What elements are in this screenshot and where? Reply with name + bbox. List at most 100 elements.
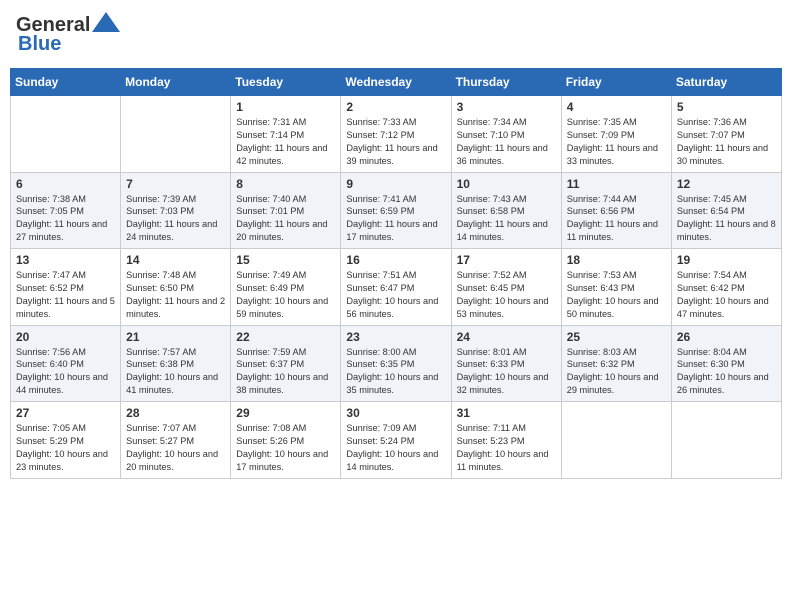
day-number: 6 <box>16 177 115 191</box>
day-info: Sunrise: 7:57 AMSunset: 6:38 PMDaylight:… <box>126 346 225 398</box>
day-number: 11 <box>567 177 666 191</box>
day-number: 24 <box>457 330 556 344</box>
day-info: Sunrise: 7:56 AMSunset: 6:40 PMDaylight:… <box>16 346 115 398</box>
day-number: 13 <box>16 253 115 267</box>
calendar-cell: 15Sunrise: 7:49 AMSunset: 6:49 PMDayligh… <box>231 249 341 326</box>
day-info: Sunrise: 7:43 AMSunset: 6:58 PMDaylight:… <box>457 193 556 245</box>
column-header-saturday: Saturday <box>671 69 781 96</box>
day-info: Sunrise: 7:07 AMSunset: 5:27 PMDaylight:… <box>126 422 225 474</box>
calendar-cell: 9Sunrise: 7:41 AMSunset: 6:59 PMDaylight… <box>341 172 451 249</box>
day-number: 4 <box>567 100 666 114</box>
day-number: 22 <box>236 330 335 344</box>
calendar-cell: 17 Sunrise: 7:52 AMSunset: 6:45 PMDayligh… <box>451 249 561 326</box>
day-number: 29 <box>236 406 335 420</box>
day-number: 3 <box>457 100 556 114</box>
calendar-cell: 28 Sunrise: 7:07 AMSunset: 5:27 PMDayligh… <box>121 402 231 479</box>
calendar-cell: 22 Sunrise: 7:59 AMSunset: 6:37 PMDayligh… <box>231 325 341 402</box>
day-info: Sunrise: 7:11 AMSunset: 5:23 PMDaylight:… <box>457 422 556 474</box>
day-info: Sunrise: 7:52 AMSunset: 6:45 PMDaylight:… <box>457 269 556 321</box>
page-header: General Blue <box>10 10 782 60</box>
calendar-cell: 29 Sunrise: 7:08 AMSunset: 5:26 PMDayligh… <box>231 402 341 479</box>
day-info: Sunrise: 7:59 AMSunset: 6:37 PMDaylight:… <box>236 346 335 398</box>
calendar-cell: 30 Sunrise: 7:09 AMSunset: 5:24 PMDayligh… <box>341 402 451 479</box>
calendar-cell: 20 Sunrise: 7:56 AMSunset: 6:40 PMDayligh… <box>11 325 121 402</box>
day-info: Sunrise: 8:03 AMSunset: 6:32 PMDaylight:… <box>567 346 666 398</box>
calendar-cell: 12 Sunrise: 7:45 AMSunset: 6:54 PMDayligh… <box>671 172 781 249</box>
calendar-cell: 11 Sunrise: 7:44 AMSunset: 6:56 PMDayligh… <box>561 172 671 249</box>
day-info: Sunrise: 7:34 AMSunset: 7:10 PMDaylight:… <box>457 116 556 168</box>
day-info: Sunrise: 7:35 AMSunset: 7:09 PMDaylight:… <box>567 116 666 168</box>
day-info: Sunrise: 7:41 AMSunset: 6:59 PMDaylight:… <box>346 193 445 245</box>
calendar-week-row: 27 Sunrise: 7:05 AMSunset: 5:29 PMDayligh… <box>11 402 782 479</box>
day-number: 7 <box>126 177 225 191</box>
day-number: 25 <box>567 330 666 344</box>
day-number: 31 <box>457 406 556 420</box>
day-number: 17 <box>457 253 556 267</box>
calendar-cell: 27 Sunrise: 7:05 AMSunset: 5:29 PMDayligh… <box>11 402 121 479</box>
calendar-table: SundayMondayTuesdayWednesdayThursdayFrid… <box>10 68 782 479</box>
day-info: Sunrise: 7:05 AMSunset: 5:29 PMDaylight:… <box>16 422 115 474</box>
day-info: Sunrise: 8:00 AMSunset: 6:35 PMDaylight:… <box>346 346 445 398</box>
calendar-cell: 10 Sunrise: 7:43 AMSunset: 6:58 PMDayligh… <box>451 172 561 249</box>
day-number: 30 <box>346 406 445 420</box>
calendar-cell: 21 Sunrise: 7:57 AMSunset: 6:38 PMDayligh… <box>121 325 231 402</box>
day-number: 12 <box>677 177 776 191</box>
day-info: Sunrise: 7:08 AMSunset: 5:26 PMDaylight:… <box>236 422 335 474</box>
calendar-cell <box>121 96 231 173</box>
day-info: Sunrise: 7:49 AMSunset: 6:49 PMDaylight:… <box>236 269 335 321</box>
day-number: 18 <box>567 253 666 267</box>
column-header-sunday: Sunday <box>11 69 121 96</box>
column-header-wednesday: Wednesday <box>341 69 451 96</box>
day-info: Sunrise: 7:51 AMSunset: 6:47 PMDaylight:… <box>346 269 445 321</box>
calendar-cell: 31 Sunrise: 7:11 AMSunset: 5:23 PMDayligh… <box>451 402 561 479</box>
calendar-cell: 16Sunrise: 7:51 AMSunset: 6:47 PMDayligh… <box>341 249 451 326</box>
column-header-friday: Friday <box>561 69 671 96</box>
day-info: Sunrise: 7:31 AMSunset: 7:14 PMDaylight:… <box>236 116 335 168</box>
day-number: 20 <box>16 330 115 344</box>
calendar-cell: 5 Sunrise: 7:36 AMSunset: 7:07 PMDaylight… <box>671 96 781 173</box>
calendar-cell: 23 Sunrise: 8:00 AMSunset: 6:35 PMDayligh… <box>341 325 451 402</box>
calendar-cell: 13 Sunrise: 7:47 AMSunset: 6:52 PMDayligh… <box>11 249 121 326</box>
column-header-monday: Monday <box>121 69 231 96</box>
day-number: 27 <box>16 406 115 420</box>
calendar-cell: 25 Sunrise: 8:03 AMSunset: 6:32 PMDayligh… <box>561 325 671 402</box>
day-info: Sunrise: 7:09 AMSunset: 5:24 PMDaylight:… <box>346 422 445 474</box>
logo-blue: Blue <box>16 33 61 56</box>
day-number: 26 <box>677 330 776 344</box>
column-header-thursday: Thursday <box>451 69 561 96</box>
day-number: 10 <box>457 177 556 191</box>
day-number: 23 <box>346 330 445 344</box>
calendar-header-row: SundayMondayTuesdayWednesdayThursdayFrid… <box>11 69 782 96</box>
day-info: Sunrise: 7:47 AMSunset: 6:52 PMDaylight:… <box>16 269 115 321</box>
day-info: Sunrise: 7:54 AMSunset: 6:42 PMDaylight:… <box>677 269 776 321</box>
day-info: Sunrise: 8:04 AMSunset: 6:30 PMDaylight:… <box>677 346 776 398</box>
day-info: Sunrise: 7:53 AMSunset: 6:43 PMDaylight:… <box>567 269 666 321</box>
calendar-cell <box>11 96 121 173</box>
calendar-week-row: 6Sunrise: 7:38 AMSunset: 7:05 PMDaylight… <box>11 172 782 249</box>
column-header-tuesday: Tuesday <box>231 69 341 96</box>
calendar-cell: 3 Sunrise: 7:34 AMSunset: 7:10 PMDaylight… <box>451 96 561 173</box>
logo: General Blue <box>16 14 120 56</box>
day-info: Sunrise: 7:39 AMSunset: 7:03 PMDaylight:… <box>126 193 225 245</box>
calendar-cell: 26 Sunrise: 8:04 AMSunset: 6:30 PMDayligh… <box>671 325 781 402</box>
calendar-cell: 6Sunrise: 7:38 AMSunset: 7:05 PMDaylight… <box>11 172 121 249</box>
calendar-cell: 8Sunrise: 7:40 AMSunset: 7:01 PMDaylight… <box>231 172 341 249</box>
day-info: Sunrise: 7:45 AMSunset: 6:54 PMDaylight:… <box>677 193 776 245</box>
day-info: Sunrise: 8:01 AMSunset: 6:33 PMDaylight:… <box>457 346 556 398</box>
calendar-cell: 14Sunrise: 7:48 AMSunset: 6:50 PMDayligh… <box>121 249 231 326</box>
day-info: Sunrise: 7:33 AMSunset: 7:12 PMDaylight:… <box>346 116 445 168</box>
day-number: 28 <box>126 406 225 420</box>
calendar-week-row: 1Sunrise: 7:31 AMSunset: 7:14 PMDaylight… <box>11 96 782 173</box>
logo-icon <box>92 12 120 32</box>
calendar-cell: 24 Sunrise: 8:01 AMSunset: 6:33 PMDayligh… <box>451 325 561 402</box>
calendar-cell: 7 Sunrise: 7:39 AMSunset: 7:03 PMDaylight… <box>121 172 231 249</box>
calendar-cell: 4 Sunrise: 7:35 AMSunset: 7:09 PMDaylight… <box>561 96 671 173</box>
calendar-cell: 19Sunrise: 7:54 AMSunset: 6:42 PMDayligh… <box>671 249 781 326</box>
day-number: 21 <box>126 330 225 344</box>
calendar-cell: 2Sunrise: 7:33 AMSunset: 7:12 PMDaylight… <box>341 96 451 173</box>
day-info: Sunrise: 7:44 AMSunset: 6:56 PMDaylight:… <box>567 193 666 245</box>
day-number: 8 <box>236 177 335 191</box>
day-number: 5 <box>677 100 776 114</box>
calendar-week-row: 13 Sunrise: 7:47 AMSunset: 6:52 PMDayligh… <box>11 249 782 326</box>
day-info: Sunrise: 7:36 AMSunset: 7:07 PMDaylight:… <box>677 116 776 168</box>
